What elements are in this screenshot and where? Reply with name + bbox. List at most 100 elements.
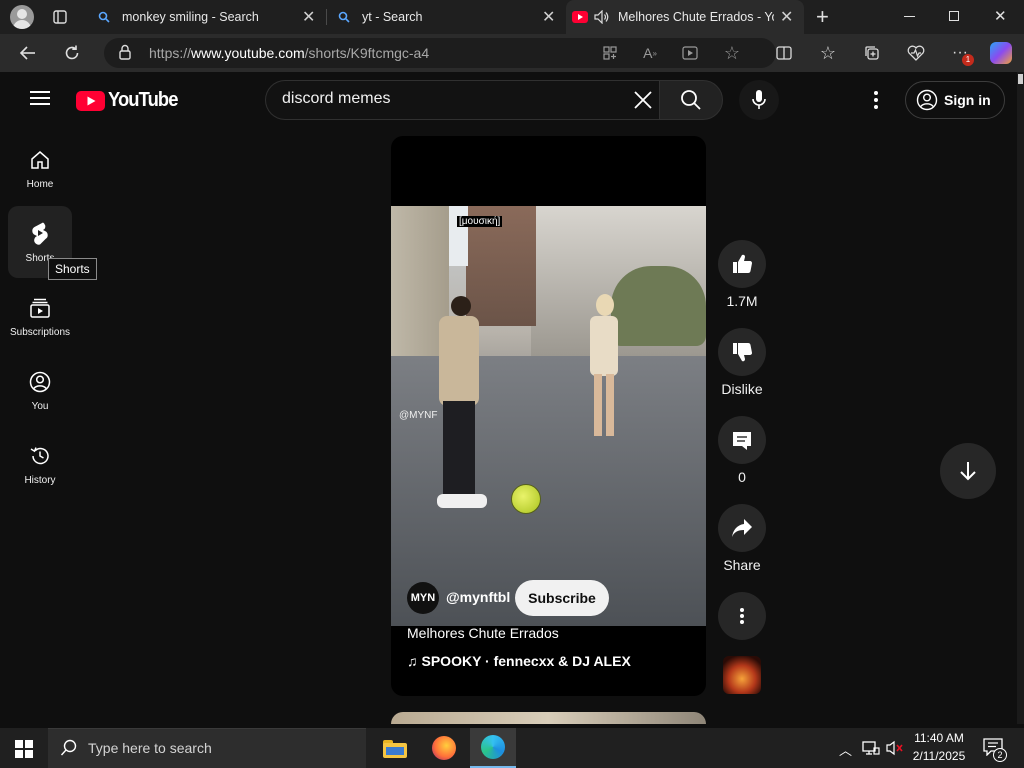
video-popout-icon[interactable] [676,39,704,67]
short-player[interactable]: [μουσική] @MYNF MYN @mynftbl Subscribe M… [391,136,706,696]
caption-overlay: [μουσική] [457,216,503,227]
video-watermark: @MYNF [399,410,438,421]
sidebar-item-label: History [24,474,56,486]
clock-time[interactable]: 11:40 AM [913,731,965,745]
search-icon [681,90,701,110]
dislike-label: Dislike [721,381,763,397]
app-available-icon[interactable] [596,39,624,67]
sidebar-item-history[interactable]: History [4,430,76,500]
sidebar-item-subscriptions[interactable]: Subscriptions [4,282,76,352]
comment-icon [733,432,751,450]
dislike-button[interactable] [718,328,766,376]
voice-search-button[interactable] [739,80,779,120]
firefox-icon[interactable] [432,736,456,760]
close-icon[interactable]: ✕ [780,7,793,27]
tab-monkey-smiling[interactable]: monkey smiling - Search ✕ [88,0,326,34]
search-icon [336,9,352,25]
favorite-star-icon[interactable]: ☆ [718,39,746,67]
lock-icon[interactable] [118,44,132,60]
like-count: 1.7M [726,293,758,309]
speaker-icon[interactable] [594,9,610,25]
close-icon[interactable]: ✕ [542,7,555,27]
split-screen-icon[interactable] [770,39,798,67]
user-icon [916,89,938,111]
share-button[interactable] [718,504,766,552]
show-hidden-icons[interactable]: ︿ [839,740,852,759]
video-frame[interactable]: [μουσική] @MYNF [391,206,706,626]
tab-separator [326,9,327,25]
read-aloud-icon[interactable]: A» [636,39,664,67]
browser-essentials-icon[interactable] [902,39,930,67]
home-icon [31,150,49,169]
shorts-icon [32,222,48,245]
edge-icon[interactable] [470,728,516,768]
sidebar-item-label: You [31,400,49,412]
clear-search-icon[interactable] [633,90,653,110]
back-button[interactable] [14,39,42,67]
network-icon[interactable] [862,740,880,756]
volume-muted-icon[interactable] [886,740,904,756]
history-icon [30,446,49,464]
youtube-favicon-icon [572,9,588,25]
share-label: Share [723,557,761,573]
next-short-button[interactable] [940,443,996,499]
windows-start-icon[interactable] [15,740,33,758]
music-row[interactable]: ♫ SPOOKY · fennecxx & DJ ALEX [407,653,631,669]
tab-title: Melhores Chute Errados - Yo [618,10,774,24]
close-icon[interactable]: ✕ [302,7,315,27]
scrollbar-thumb[interactable] [1018,74,1023,84]
search-input[interactable]: discord memes [282,90,390,108]
collections-icon[interactable] [858,39,886,67]
file-explorer-icon[interactable] [383,738,407,758]
sky [446,206,468,266]
microphone-icon [752,90,766,109]
comment-count: 0 [738,469,746,485]
favorites-icon[interactable]: ☆ [814,39,842,67]
sign-in-button[interactable]: Sign in [905,81,1005,119]
soccer-ball [511,484,541,514]
short-title: Melhores Chute Errados [407,625,559,641]
tab-yt-search[interactable]: yt - Search ✕ [328,0,564,34]
new-tab-button[interactable]: + [816,4,829,30]
sidebar-item-you[interactable]: You [4,356,76,426]
page-scrollbar[interactable] [1017,72,1024,724]
share-icon [732,519,752,537]
youtube-logo[interactable]: YouTube [76,89,184,112]
search-button[interactable] [659,80,723,120]
notification-badge: 1 [962,54,974,66]
refresh-button[interactable] [58,39,86,67]
thumbs-up-icon [733,254,753,274]
sidebar-item-label: Home [26,178,54,190]
arrow-down-icon [960,462,976,481]
minimize-button[interactable] [904,16,915,17]
thumbs-down-icon [733,342,753,362]
search-icon [96,9,112,25]
more-vert-icon [740,608,744,624]
clock-date[interactable]: 2/11/2025 [910,749,968,763]
search-icon [60,739,78,757]
tab-actions-icon[interactable] [46,3,74,31]
copilot-icon[interactable] [990,42,1012,64]
like-button[interactable] [718,240,766,288]
tab-title: monkey smiling - Search [122,10,259,24]
profile-avatar[interactable] [10,5,34,29]
tab-melhores-chute[interactable]: Melhores Chute Errados - Yo ✕ [566,0,804,34]
person-right [584,294,624,444]
settings-kebab-icon[interactable] [870,90,882,110]
shorts-tooltip: Shorts [48,258,97,280]
subscribe-button[interactable]: Subscribe [515,580,609,616]
restore-button[interactable] [949,11,959,21]
comments-button[interactable] [718,416,766,464]
hamburger-menu-icon[interactable] [30,90,50,106]
more-actions-button[interactable] [718,592,766,640]
notification-count-badge: 2 [993,748,1007,762]
channel-avatar[interactable]: MYN [407,582,439,614]
sound-thumbnail[interactable] [723,656,761,694]
tab-title: yt - Search [362,10,423,24]
youtube-logo-icon [76,90,105,111]
close-window-button[interactable]: ✕ [994,7,1007,25]
person-left [429,296,489,516]
next-short-preview [391,712,706,724]
sidebar-item-home[interactable]: Home [4,134,76,204]
channel-name[interactable]: @mynftbl [446,589,510,605]
